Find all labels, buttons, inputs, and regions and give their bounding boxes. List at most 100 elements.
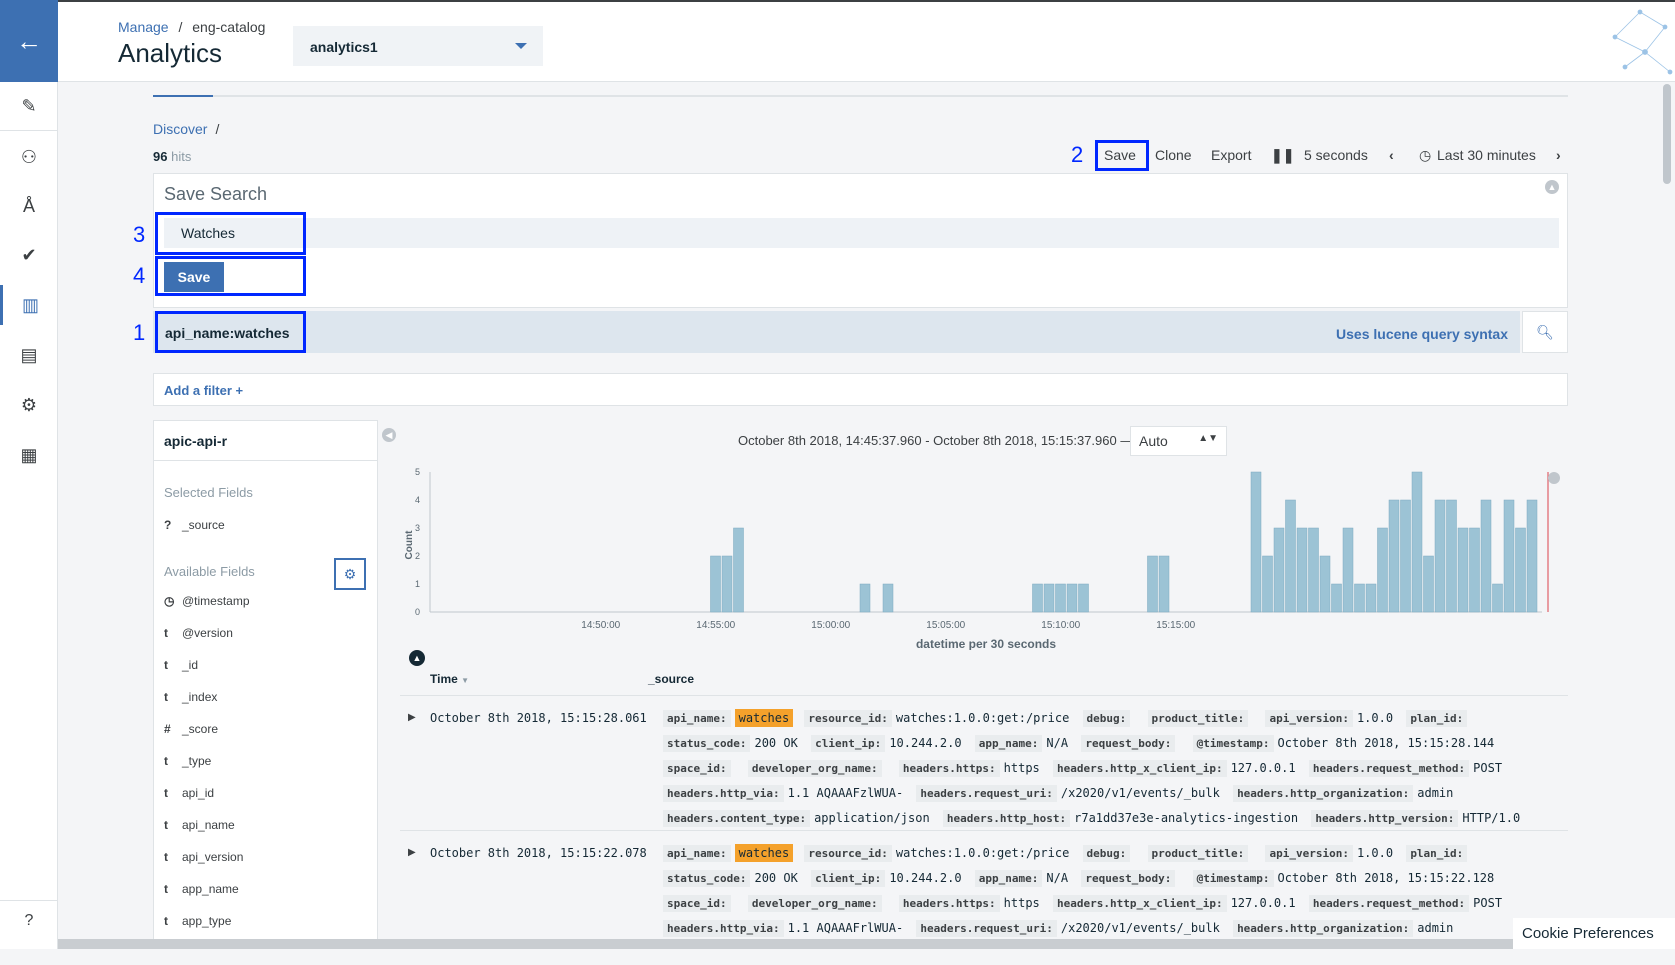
available-field[interactable]: t _type xyxy=(164,754,211,768)
index-pattern[interactable]: apic-api-r xyxy=(154,421,377,461)
source-key: debug: xyxy=(1082,845,1131,862)
source-value: 127.0.0.1 xyxy=(1230,896,1296,910)
dashboard-icon[interactable]: ▦ xyxy=(0,435,58,475)
available-field[interactable]: ◷ @timestamp xyxy=(164,594,250,608)
back-arrow-icon[interactable]: ← xyxy=(0,0,58,82)
vertical-scrollbar[interactable] xyxy=(1663,84,1671,184)
add-filter-button[interactable]: Add a filter + xyxy=(153,373,1568,406)
source-key: api_name: xyxy=(663,845,731,862)
expand-row-icon[interactable]: ▶ xyxy=(408,847,416,858)
source-key: request_body: xyxy=(1081,870,1176,887)
histogram-bar xyxy=(1411,471,1423,613)
help-icon[interactable]: ? xyxy=(0,900,58,940)
y-axis-label: Count xyxy=(404,530,415,560)
histogram-bar xyxy=(1354,583,1365,613)
available-field[interactable]: t api_id xyxy=(164,786,214,800)
source-key: @timestamp: xyxy=(1192,735,1274,752)
search-icon[interactable]: 🔍︎ xyxy=(1522,311,1568,353)
available-field[interactable]: t api_name xyxy=(164,818,235,832)
field-settings-gear-icon[interactable]: ⚙ xyxy=(334,558,366,590)
discover-breadcrumb: Discover / xyxy=(153,121,219,137)
source-value: 200 OK xyxy=(754,736,798,750)
chevron-left-icon[interactable]: ‹ xyxy=(1389,147,1394,163)
field-name: app_type xyxy=(182,914,232,928)
expand-row-icon[interactable]: ▶ xyxy=(408,712,416,723)
source-key: headers.request_method: xyxy=(1308,760,1470,777)
histogram-bar xyxy=(1526,499,1538,613)
breadcrumb-manage[interactable]: Manage xyxy=(118,19,169,35)
source-key: headers.http_version: xyxy=(1311,810,1459,827)
save-search-panel: Save Search Watches Save ▲ xyxy=(153,173,1568,308)
save-search-title: Save Search xyxy=(164,184,268,204)
cookie-preferences-link[interactable]: Cookie Preferences xyxy=(1513,918,1675,949)
source-key: headers.http_x_client_ip: xyxy=(1053,895,1227,912)
refresh-interval[interactable]: 5 seconds xyxy=(1304,147,1368,163)
histogram-bar xyxy=(1250,471,1262,613)
export-button[interactable]: Export xyxy=(1211,147,1251,163)
available-field[interactable]: t _id xyxy=(164,658,198,672)
source-value: /x2020/v1/events/_bulk xyxy=(1060,786,1220,800)
column-time-label: Time xyxy=(430,672,458,686)
lucene-syntax-link[interactable]: Uses lucene query syntax xyxy=(1336,326,1508,342)
select-value: analytics1 xyxy=(310,39,378,55)
consumers-icon[interactable]: ⚇ xyxy=(0,137,58,177)
field-name: app_name xyxy=(182,882,239,896)
collapse-chart-icon[interactable]: ▲ xyxy=(409,650,425,666)
histogram-bar xyxy=(1331,583,1342,613)
interval-select[interactable]: Auto ▲▼ xyxy=(1130,426,1227,456)
clone-button[interactable]: Clone xyxy=(1155,147,1192,163)
available-field[interactable]: t @version xyxy=(164,626,233,640)
nav-divider xyxy=(0,130,58,131)
available-field[interactable]: t app_name xyxy=(164,882,239,896)
clipboard-icon[interactable]: ▤ xyxy=(0,335,58,375)
compass-icon[interactable]: Å xyxy=(0,186,58,226)
source-key: product_title: xyxy=(1147,710,1249,727)
collapse-right-icon[interactable] xyxy=(1548,472,1560,484)
available-field[interactable]: t app_type xyxy=(164,914,231,928)
histogram-bar xyxy=(1365,583,1377,613)
time-range[interactable]: Last 30 minutes xyxy=(1437,147,1536,163)
left-nav: ← ✎ ⚇ Å ✔ ▥ ▤ ⚙ ▦ ? xyxy=(0,0,58,949)
available-field[interactable]: # _score xyxy=(164,722,218,736)
x-axis-label: datetime per 30 seconds xyxy=(916,637,1056,650)
histogram-bar xyxy=(1158,555,1170,613)
row-time: October 8th 2018, 15:15:22.078 xyxy=(430,846,647,860)
table-row[interactable]: ▶ October 8th 2018, 15:15:28.061 api_name:… xyxy=(400,695,1568,830)
source-value: 1.1 AQAAAFzlWUA- xyxy=(787,786,904,800)
source-key: headers.request_uri: xyxy=(916,785,1057,802)
collapse-sidebar-icon[interactable]: ◀ xyxy=(382,428,396,442)
analytics-service-select[interactable]: analytics1 xyxy=(293,26,543,66)
histogram-bar xyxy=(1446,499,1457,613)
available-field[interactable]: t _index xyxy=(164,690,217,704)
source-value: watches:1.0.0:get:/price xyxy=(895,711,1070,725)
close-icon[interactable]: ▲ xyxy=(1545,180,1559,194)
available-field[interactable]: t api_version xyxy=(164,850,243,864)
selected-field[interactable]: ? _source xyxy=(164,518,225,532)
source-value: 127.0.0.1 xyxy=(1230,761,1296,775)
source-key: api_name: xyxy=(663,710,731,727)
edit-icon[interactable]: ✎ xyxy=(0,86,58,126)
x-tick-label: 15:00:00 xyxy=(811,620,850,631)
source-key: headers.https: xyxy=(898,760,1000,777)
save-toolbar-button[interactable]: Save xyxy=(1104,147,1136,163)
analytics-icon[interactable]: ▥ xyxy=(0,285,58,325)
histogram-bar xyxy=(1515,527,1526,613)
field-name: _score xyxy=(182,722,219,736)
pause-icon[interactable]: ❚❚ xyxy=(1271,147,1294,164)
discover-sep: / xyxy=(215,121,220,137)
highlight-box-query xyxy=(155,311,306,353)
checkmark-icon[interactable]: ✔ xyxy=(0,235,58,275)
histogram-bar xyxy=(1400,499,1411,613)
field-type: t xyxy=(164,754,168,768)
highlighted-value: watches xyxy=(734,844,794,862)
source-value: 1.0.0 xyxy=(1356,846,1394,860)
gear-icon[interactable]: ⚙ xyxy=(0,385,58,425)
results-table: ▲ Time ▼ _source ▶ October 8th 2018, 15:1… xyxy=(400,650,1568,949)
column-time[interactable]: Time ▼ xyxy=(430,672,469,686)
chevron-down-icon xyxy=(515,43,527,49)
discover-link[interactable]: Discover xyxy=(153,121,207,137)
save-search-name-input[interactable]: Watches xyxy=(164,218,1559,248)
chevron-right-icon[interactable]: › xyxy=(1556,147,1561,163)
horizontal-scrollbar[interactable] xyxy=(58,939,1675,949)
source-value: HTTP/1.0 xyxy=(1462,811,1521,825)
